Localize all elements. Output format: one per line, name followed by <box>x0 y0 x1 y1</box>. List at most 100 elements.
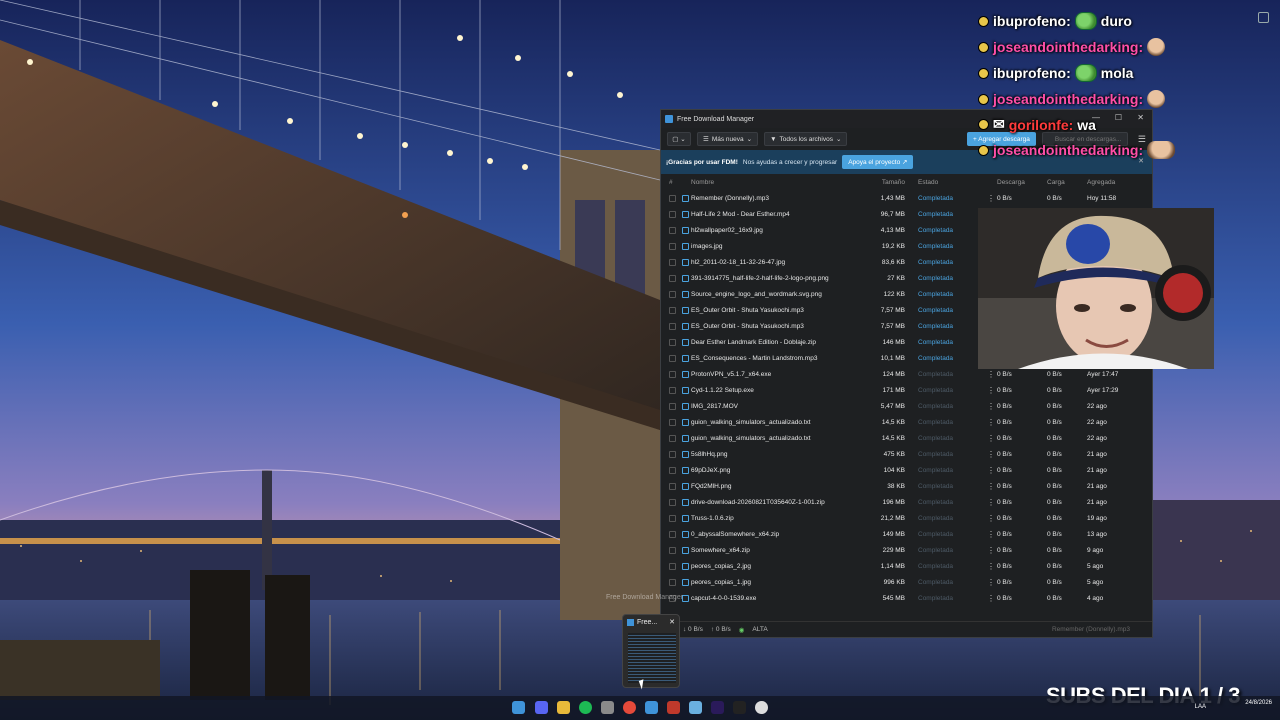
row-checkbox[interactable] <box>669 210 676 218</box>
file-icon <box>682 290 689 298</box>
added-date: 21 ago <box>1087 450 1107 458</box>
row-checkbox[interactable] <box>669 354 676 362</box>
row-checkbox[interactable] <box>669 322 676 330</box>
row-checkbox[interactable] <box>669 386 676 394</box>
more-options-icon[interactable]: ⋮ <box>985 482 997 491</box>
file-size: 7,57 MB <box>880 306 905 314</box>
more-options-icon[interactable]: ⋮ <box>985 546 997 555</box>
more-options-icon[interactable]: ⋮ <box>985 530 997 539</box>
app-icon[interactable] <box>667 701 680 714</box>
maximize-icon[interactable]: ☐ <box>1115 113 1122 122</box>
start-menu-icon[interactable] <box>512 701 525 714</box>
table-row[interactable]: guion_walking_simulators_actualizado.txt… <box>661 414 1152 430</box>
row-checkbox[interactable] <box>669 274 676 282</box>
support-project-button[interactable]: Apoya el proyecto ↗ <box>842 155 914 169</box>
upload-speed: 0 B/s <box>1047 546 1062 554</box>
row-checkbox[interactable] <box>669 226 676 234</box>
more-options-icon[interactable]: ⋮ <box>985 402 997 411</box>
column-header-download[interactable]: Descarga <box>997 179 1047 186</box>
added-date: Ayer 17:47 <box>1087 370 1119 378</box>
more-options-icon[interactable]: ⋮ <box>985 466 997 475</box>
row-checkbox[interactable] <box>669 514 676 522</box>
language-indicator[interactable]: LAA <box>1195 704 1206 710</box>
chrome-icon[interactable] <box>623 701 636 714</box>
column-header-size[interactable]: Tamaño <box>865 179 905 186</box>
row-checkbox[interactable] <box>669 370 676 378</box>
capcut-icon[interactable] <box>733 701 746 714</box>
row-checkbox[interactable] <box>669 194 676 202</box>
more-options-icon[interactable]: ⋮ <box>985 386 997 395</box>
row-checkbox[interactable] <box>669 338 676 346</box>
more-options-icon[interactable]: ⋮ <box>985 594 997 603</box>
table-row[interactable]: 0_abyssalSomewhere_x64.zip 149 MB Completa… <box>661 526 1152 542</box>
filter-button[interactable]: ▼ Todos los archivos ⌄ <box>764 132 848 146</box>
clock[interactable]: 24/8/2026 <box>1245 699 1272 707</box>
speed-mode-icon[interactable]: ◉ <box>739 626 745 634</box>
row-checkbox[interactable] <box>669 418 676 426</box>
column-header-state[interactable]: Estado <box>905 179 985 186</box>
column-header-date[interactable]: Agregada <box>1087 179 1147 186</box>
row-checkbox[interactable] <box>669 450 676 458</box>
window-icon[interactable] <box>1258 12 1269 23</box>
row-checkbox[interactable] <box>669 290 676 298</box>
more-options-icon[interactable]: ⋮ <box>985 498 997 507</box>
table-row[interactable]: drive-download-20260821T035640Z-1-001.zi… <box>661 494 1152 510</box>
row-checkbox[interactable] <box>669 578 676 586</box>
file-name: ES_Outer Orbit - Shuta Yasukochi.mp3 <box>691 322 804 330</box>
app-icon[interactable] <box>601 701 614 714</box>
more-options-icon[interactable]: ⋮ <box>985 562 997 571</box>
download-speed: 0 B/s <box>997 546 1012 554</box>
row-checkbox[interactable] <box>669 498 676 506</box>
column-header-upload[interactable]: Carga <box>1047 179 1087 186</box>
table-row[interactable]: Somewhere_x64.zip 229 MB Completada ⋮ 0 B/s 0… <box>661 542 1152 558</box>
row-checkbox[interactable] <box>669 530 676 538</box>
file-explorer-icon[interactable] <box>557 701 570 714</box>
speed-mode-label[interactable]: ALTA <box>752 626 767 633</box>
row-checkbox[interactable] <box>669 306 676 314</box>
more-options-icon[interactable]: ⋮ <box>985 434 997 443</box>
table-row[interactable]: 5s8lhHq.png 475 KB Completada ⋮ 0 B/s 0 B/s 21… <box>661 446 1152 462</box>
row-checkbox[interactable] <box>669 546 676 554</box>
premiere-icon[interactable] <box>711 701 724 714</box>
row-checkbox[interactable] <box>669 562 676 570</box>
more-options-icon[interactable]: ⋮ <box>985 450 997 459</box>
more-options-icon[interactable]: ⋮ <box>985 194 997 203</box>
discord-icon[interactable] <box>535 701 548 714</box>
file-name: Source_engine_logo_and_wordmark.svg.png <box>691 290 822 298</box>
column-header-name[interactable]: Nombre <box>691 179 865 186</box>
table-row[interactable]: Cyd-1.1.22 Setup.exe 171 MB Completada ⋮ 0 B… <box>661 382 1152 398</box>
table-row[interactable]: 69pDJeX.png 104 KB Completada ⋮ 0 B/s 0 B/s 21… <box>661 462 1152 478</box>
table-row[interactable]: peores_copias_1.jpg 996 KB Completada ⋮ 0 B/… <box>661 574 1152 590</box>
table-row[interactable]: peores_copias_2.jpg 1,14 MB Completada ⋮ 0 B… <box>661 558 1152 574</box>
more-options-icon[interactable]: ⋮ <box>985 418 997 427</box>
close-icon[interactable]: ✕ <box>1137 113 1144 122</box>
spotify-icon[interactable] <box>579 701 592 714</box>
file-icon <box>682 210 689 218</box>
close-icon[interactable]: ✕ <box>669 618 675 626</box>
table-row[interactable]: Remember (Donnelly).mp3 1,43 MB Completada… <box>661 190 1152 206</box>
row-checkbox[interactable] <box>669 258 676 266</box>
chat-badge-icon <box>978 144 989 156</box>
row-checkbox[interactable] <box>669 402 676 410</box>
table-row[interactable]: IMG_2817.MOV 5,47 MB Completada ⋮ 0 B/s 0 B/s… <box>661 398 1152 414</box>
select-all-button[interactable]: ▢ ⌄ <box>667 132 691 146</box>
more-options-icon[interactable]: ⋮ <box>985 370 997 379</box>
sort-button[interactable]: ☰ Más nueva ⌄ <box>697 132 759 146</box>
column-header-number[interactable]: # <box>661 179 691 186</box>
taskbar-preview[interactable]: Free... ✕ <box>622 614 680 688</box>
file-size: 21,2 MB <box>880 514 905 522</box>
row-checkbox[interactable] <box>669 482 676 490</box>
row-checkbox[interactable] <box>669 434 676 442</box>
notepad-icon[interactable] <box>689 701 702 714</box>
more-options-icon[interactable]: ⋮ <box>985 514 997 523</box>
table-row[interactable]: guion_walking_simulators_actualizado.txt… <box>661 430 1152 446</box>
table-row[interactable]: FQd2MlH.png 38 KB Completada ⋮ 0 B/s 0 B/s 21 … <box>661 478 1152 494</box>
table-row[interactable]: Truss-1.0.6.zip 21,2 MB Completada ⋮ 0 B/s 0 … <box>661 510 1152 526</box>
table-row[interactable]: capcut-4-0-0-1539.exe 545 MB Completada ⋮ 0 … <box>661 590 1152 606</box>
more-options-icon[interactable]: ⋮ <box>985 578 997 587</box>
app-icon[interactable] <box>755 701 768 714</box>
row-checkbox[interactable] <box>669 242 676 250</box>
fdm-taskbar-icon[interactable] <box>645 701 658 714</box>
row-checkbox[interactable] <box>669 466 676 474</box>
added-date: 13 ago <box>1087 530 1107 538</box>
